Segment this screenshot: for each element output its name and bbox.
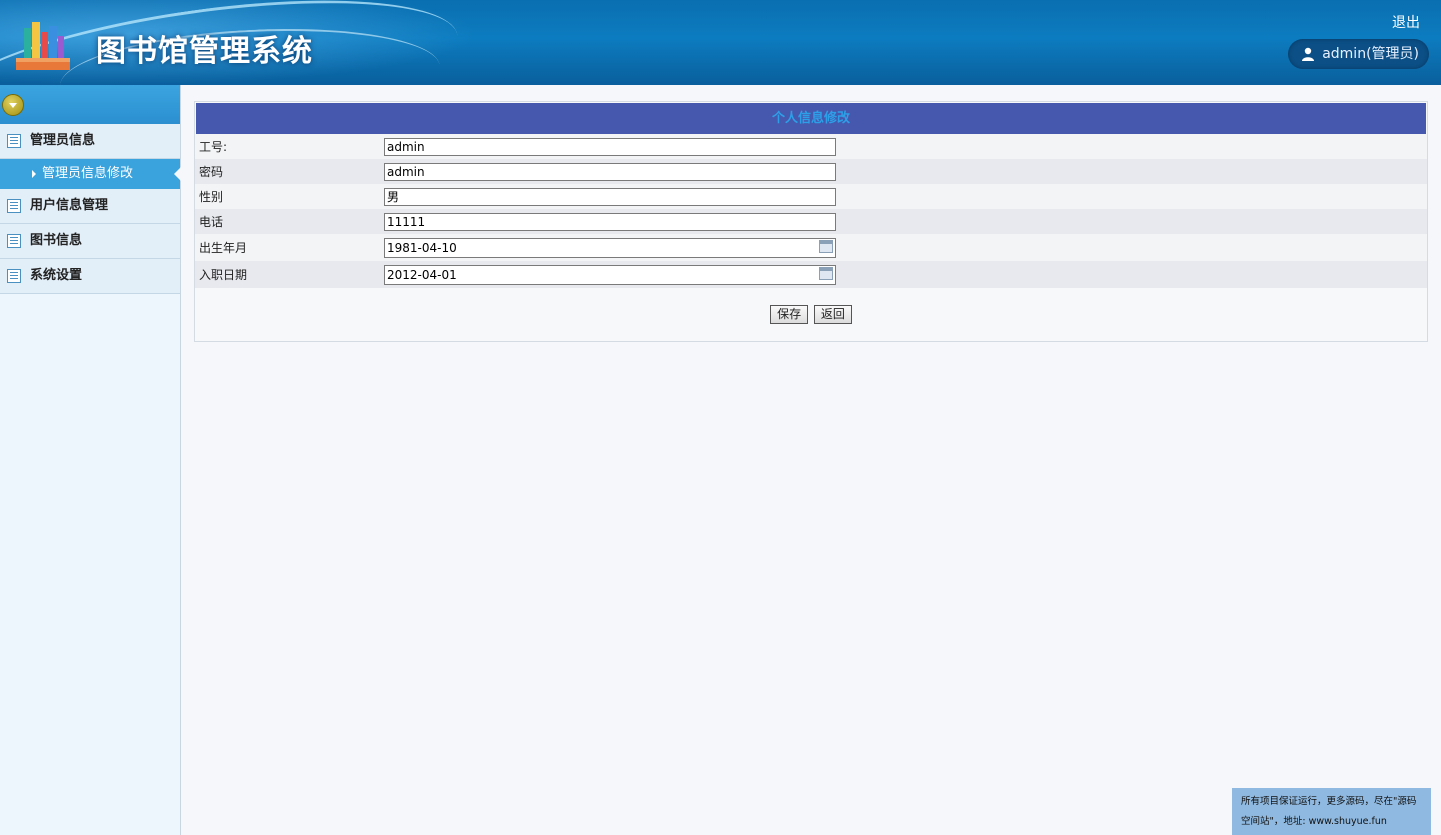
sidebar-item-book-info[interactable]: 图书信息 [0, 224, 180, 259]
sidebar-item-label: 图书信息 [30, 233, 83, 248]
list-icon [7, 269, 21, 283]
sidebar-item-admin-info[interactable]: 管理员信息 [0, 124, 180, 159]
promo-line: 所有项目保证运行，更多源码，尽在"源码 [1241, 796, 1417, 807]
sidebar-item-system-settings[interactable]: 系统设置 [0, 259, 180, 294]
employee-id-input[interactable] [384, 137, 836, 156]
gender-input[interactable] [384, 187, 836, 206]
sidebar-item-label: 用户信息管理 [30, 198, 109, 213]
form-row-gender: 性别 [195, 184, 1427, 209]
field-label: 性别 [199, 190, 224, 204]
sidebar-top-bar [0, 85, 180, 124]
user-name: admin(管理员) [1322, 46, 1419, 62]
active-indicator [174, 167, 181, 181]
form-row-id: 工号: [195, 134, 1427, 159]
panel-title: 个人信息修改 [196, 103, 1426, 134]
list-icon [7, 199, 21, 213]
sidebar-item-label: 管理员信息 [30, 133, 96, 148]
phone-input[interactable] [384, 212, 836, 231]
form-row-password: 密码 [195, 159, 1427, 184]
list-icon [7, 134, 21, 148]
password-input[interactable] [384, 162, 836, 181]
caret-right-icon [32, 170, 36, 178]
field-label: 电话 [199, 215, 224, 229]
sidebar-subitem-admin-edit[interactable]: 管理员信息修改 [0, 159, 181, 189]
calendar-icon[interactable] [819, 240, 833, 253]
logout-link[interactable]: 退出 [1392, 12, 1420, 32]
promo-line: 空间站"，地址: www.shuyue.fun [1241, 816, 1387, 827]
app-title: 图书馆管理系统 [96, 34, 313, 69]
field-label: 密码 [199, 165, 224, 179]
field-label: 入职日期 [199, 268, 248, 282]
sidebar-item-label: 系统设置 [30, 268, 83, 283]
sidebar-subitem-label: 管理员信息修改 [42, 166, 134, 181]
sidebar: 管理员信息 管理员信息修改 用户信息管理 图书信息 系统设置 [0, 85, 181, 835]
books-logo-icon [16, 22, 70, 70]
calendar-icon[interactable] [819, 267, 833, 280]
save-button[interactable]: 保存 [770, 305, 809, 324]
collapse-toggle-icon[interactable] [2, 94, 24, 116]
profile-edit-panel: 个人信息修改 工号: 密码 性别 电话 出生年月 入职日期 保存 返回 [194, 101, 1428, 342]
form-row-birth: 出生年月 [195, 234, 1427, 261]
list-icon [7, 234, 21, 248]
form-row-hire-date: 入职日期 [195, 261, 1427, 288]
birth-date-input[interactable] [384, 237, 836, 258]
field-label: 出生年月 [199, 241, 248, 255]
header-banner: 图书馆管理系统 退出 admin(管理员) [0, 0, 1441, 85]
hire-date-input[interactable] [384, 264, 836, 285]
back-button[interactable]: 返回 [813, 305, 852, 324]
field-label: 工号: [199, 140, 228, 154]
user-icon [1302, 47, 1315, 61]
user-badge[interactable]: admin(管理员) [1288, 39, 1429, 69]
sidebar-item-user-management[interactable]: 用户信息管理 [0, 189, 180, 224]
form-row-phone: 电话 [195, 209, 1427, 234]
promo-notice: 所有项目保证运行，更多源码，尽在"源码 空间站"，地址: www.shuyue.… [1232, 788, 1431, 835]
form-actions: 保存 返回 [195, 305, 1427, 324]
